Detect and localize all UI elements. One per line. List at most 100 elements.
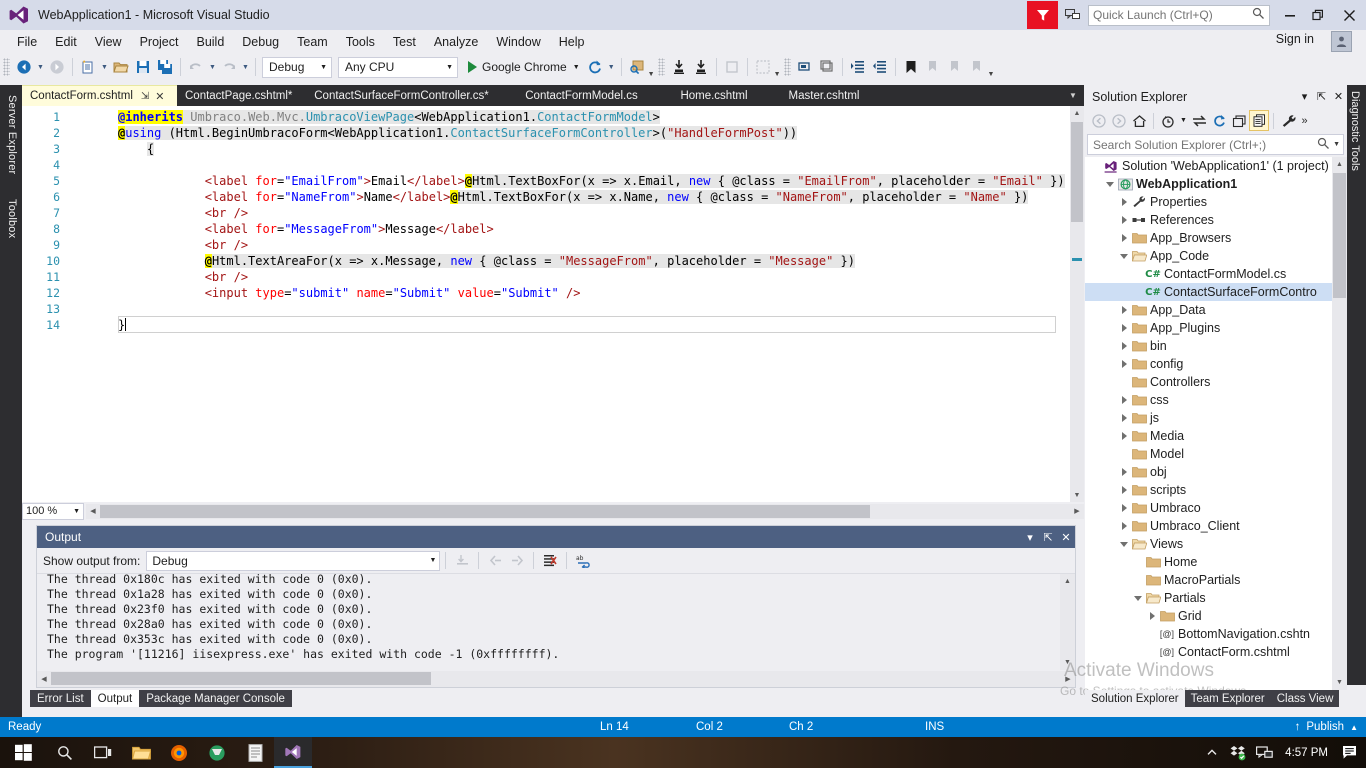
overflow-dropdown-icon-2[interactable]: ▼ xyxy=(774,71,781,78)
close-icon[interactable]: ✕ xyxy=(155,90,164,103)
chevron-right-icon[interactable] xyxy=(1117,324,1131,332)
chevron-right-icon[interactable] xyxy=(1117,522,1131,530)
editor-horizontal-scrollbar[interactable]: ◀ ▶ xyxy=(86,504,1084,519)
solution-tree-item[interactable]: Grid xyxy=(1085,607,1332,625)
clear-all-icon[interactable] xyxy=(539,550,561,572)
start-button-icon[interactable] xyxy=(0,737,46,768)
solution-tree-item[interactable]: References xyxy=(1085,211,1332,229)
chevron-right-icon[interactable] xyxy=(1117,342,1131,350)
network-tray-icon[interactable] xyxy=(1251,737,1277,768)
tab-home-cshtml[interactable]: Home.cshtml xyxy=(659,85,769,106)
chevron-right-icon[interactable] xyxy=(1117,468,1131,476)
solution-tree-item[interactable]: C#ContactFormModel.cs xyxy=(1085,265,1332,283)
start-debugging-button[interactable]: Google Chrome ▼ xyxy=(464,56,584,78)
output-vertical-scrollbar[interactable]: ▲ ▼ xyxy=(1060,574,1075,670)
solution-tree-item[interactable]: App_Code xyxy=(1085,247,1332,265)
toggle-word-wrap-icon[interactable]: ab xyxy=(572,550,594,572)
code-line[interactable]: 14} xyxy=(22,317,1070,333)
solution-tree-item[interactable]: C#ContactSurfaceFormContro xyxy=(1085,283,1332,301)
taskbar-clock[interactable]: 4:57 PM xyxy=(1277,747,1336,759)
menu-tools[interactable]: Tools xyxy=(337,32,384,52)
menu-team[interactable]: Team xyxy=(288,32,337,52)
new-project-dropdown-icon[interactable]: ▼ xyxy=(99,56,110,78)
scroll-right-icon[interactable]: ▶ xyxy=(1070,504,1084,519)
account-avatar[interactable] xyxy=(1331,31,1352,52)
scroll-down-icon[interactable]: ▼ xyxy=(1332,675,1347,690)
solution-tree-item[interactable]: css xyxy=(1085,391,1332,409)
comment-selection-icon[interactable] xyxy=(794,56,816,78)
solution-tree-item[interactable]: Controllers xyxy=(1085,373,1332,391)
solution-tree-item[interactable]: Umbraco xyxy=(1085,499,1332,517)
server-explorer-tab[interactable]: Server Explorer xyxy=(0,89,22,180)
restore-button[interactable] xyxy=(1304,2,1332,28)
quick-launch-box[interactable] xyxy=(1088,5,1270,26)
code-line[interactable]: 12 <input type="submit" name="Submit" va… xyxy=(22,285,1070,301)
code-line[interactable]: 2@using (Html.BeginUmbracoForm<WebApplic… xyxy=(22,125,1070,141)
solution-tree-item[interactable]: App_Data xyxy=(1085,301,1332,319)
tab-error-list[interactable]: Error List xyxy=(30,690,91,707)
scroll-up-icon[interactable]: ▲ xyxy=(1332,157,1347,172)
tab-contactform-cshtml[interactable]: ContactForm.cshtml ⇲ ✕ xyxy=(22,85,177,106)
save-all-icon[interactable] xyxy=(154,56,176,78)
menu-file[interactable]: File xyxy=(8,32,46,52)
editor-vertical-scrollbar[interactable]: ▲ ▼ xyxy=(1070,106,1084,502)
pin-icon[interactable]: ⇱ xyxy=(1313,87,1330,107)
chevron-right-icon[interactable] xyxy=(1117,432,1131,440)
code-line[interactable]: 9 <br /> xyxy=(22,237,1070,253)
show-all-files-icon[interactable] xyxy=(1249,110,1269,131)
code-line[interactable]: 13 xyxy=(22,301,1070,317)
scroll-down-icon[interactable]: ▼ xyxy=(1060,655,1075,670)
solution-tree-scrollbar[interactable]: ▲ ▼ xyxy=(1332,157,1347,690)
chevron-down-icon[interactable] xyxy=(1103,182,1117,187)
chevron-right-icon[interactable] xyxy=(1117,504,1131,512)
scroll-up-icon[interactable]: ▲ xyxy=(1070,106,1084,120)
pending-changes-filter-icon[interactable] xyxy=(1158,110,1178,131)
output-source-combo[interactable]: Debug ▼ xyxy=(146,551,440,571)
chevron-right-icon[interactable] xyxy=(1117,234,1131,242)
solution-tree-item[interactable]: config xyxy=(1085,355,1332,373)
chevron-right-icon[interactable] xyxy=(1117,396,1131,404)
menu-window[interactable]: Window xyxy=(487,32,549,52)
toolbar-grip-2[interactable] xyxy=(658,58,665,76)
chevron-right-icon[interactable] xyxy=(1117,414,1131,422)
solution-tree-item[interactable]: App_Plugins xyxy=(1085,319,1332,337)
chevron-right-icon[interactable] xyxy=(1117,216,1131,224)
solution-tree-item[interactable]: WebApplication1 xyxy=(1085,175,1332,193)
chevron-right-icon[interactable] xyxy=(1117,486,1131,494)
toggle-bookmark-icon[interactable] xyxy=(900,56,922,78)
pin-icon[interactable]: ⇲ xyxy=(141,91,149,102)
send-feedback-icon[interactable] xyxy=(1027,1,1058,29)
sync-with-active-document-icon[interactable] xyxy=(1189,110,1209,131)
menu-analyze[interactable]: Analyze xyxy=(425,32,487,52)
scroll-down-icon[interactable]: ▼ xyxy=(1070,488,1084,502)
tab-contactpage-cshtml[interactable]: ContactPage.cshtml* xyxy=(177,85,299,106)
solution-tree-item[interactable]: bin xyxy=(1085,337,1332,355)
tab-overflow-icon[interactable]: ▼ xyxy=(1062,85,1084,106)
menu-test[interactable]: Test xyxy=(384,32,425,52)
toolbar-grip-3[interactable] xyxy=(784,58,791,76)
solution-tree-item[interactable]: obj xyxy=(1085,463,1332,481)
chevron-down-icon[interactable] xyxy=(1117,254,1131,259)
show-hidden-icons-chevron-icon[interactable] xyxy=(1199,737,1225,768)
task-view-icon[interactable] xyxy=(84,737,122,768)
solution-tree-item[interactable]: Views xyxy=(1085,535,1332,553)
solution-tree-item[interactable]: Solution 'WebApplication1' (1 project) xyxy=(1085,157,1332,175)
tab-master-cshtml[interactable]: Master.cshtml xyxy=(769,85,879,106)
sign-in-link[interactable]: Sign in xyxy=(1276,32,1314,46)
tab-solution-explorer[interactable]: Solution Explorer xyxy=(1085,690,1185,707)
chevron-down-icon[interactable] xyxy=(1131,596,1145,601)
solution-explorer-search-box[interactable]: ▼ xyxy=(1087,134,1344,155)
action-center-icon[interactable] xyxy=(1336,737,1362,768)
output-horizontal-scrollbar[interactable]: ◀ ▶ xyxy=(37,671,1075,687)
solution-explorer-tree[interactable]: Solution 'WebApplication1' (1 project)We… xyxy=(1085,157,1347,690)
output-hscroll-thumb[interactable] xyxy=(51,672,431,685)
tab-team-explorer[interactable]: Team Explorer xyxy=(1185,690,1271,707)
editor-zoom-combo[interactable]: 100 % ▼ xyxy=(22,503,84,520)
menu-project[interactable]: Project xyxy=(131,32,188,52)
chevron-right-icon[interactable] xyxy=(1145,612,1159,620)
close-button[interactable] xyxy=(1332,2,1366,28)
collapse-all-icon[interactable] xyxy=(1229,110,1249,131)
chevron-right-icon[interactable] xyxy=(1117,360,1131,368)
overflow-dropdown-icon[interactable]: ▼ xyxy=(648,71,655,78)
toolbar-overflow-icon[interactable]: » xyxy=(1298,110,1311,131)
